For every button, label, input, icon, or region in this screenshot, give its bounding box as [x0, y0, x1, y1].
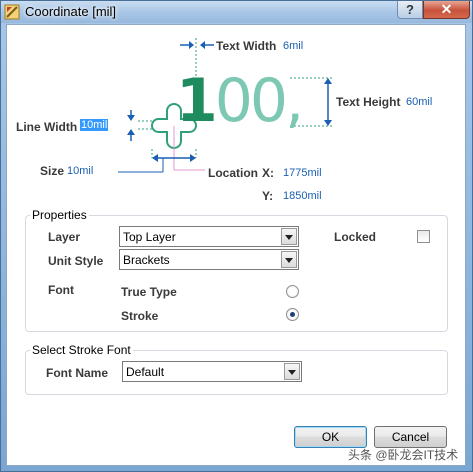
line-width-value[interactable]: 10mil — [80, 119, 109, 131]
watermark-text: 头条 @卧龙会IT技术 — [348, 448, 459, 462]
properties-group-title: Properties — [30, 208, 89, 222]
sample-text-first: 1 — [176, 66, 218, 136]
text-width-value[interactable]: 6mil — [283, 40, 303, 52]
chevron-down-icon[interactable] — [284, 363, 300, 380]
close-button[interactable]: ✕ — [423, 1, 470, 19]
chevron-down-icon[interactable] — [281, 251, 297, 268]
unit-style-label: Unit Style — [48, 254, 104, 268]
stroke-font-group-title: Select Stroke Font — [30, 343, 133, 357]
app-icon — [4, 4, 20, 20]
true-type-radio[interactable] — [286, 285, 299, 298]
layer-label: Layer — [48, 230, 81, 244]
layer-select[interactable]: Top Layer — [119, 226, 299, 247]
font-name-select-value: Default — [126, 365, 165, 379]
font-name-label: Font Name — [46, 366, 109, 380]
window-title: Coordinate [mil] — [25, 4, 117, 19]
locked-checkbox[interactable] — [417, 230, 430, 243]
chevron-down-icon[interactable] — [281, 228, 297, 245]
true-type-label: True Type — [121, 285, 177, 299]
line-width-label: Line Width — [16, 120, 78, 134]
stroke-label: Stroke — [121, 309, 159, 323]
title-bar[interactable]: Coordinate [mil] ? ✕ — [1, 1, 472, 23]
ok-button[interactable]: OK — [294, 426, 367, 448]
size-label: Size — [40, 164, 65, 178]
locked-label: Locked — [334, 230, 377, 244]
font-label: Font — [48, 283, 74, 297]
location-y-label: Y: — [262, 189, 274, 203]
font-name-select[interactable]: Default — [122, 361, 302, 382]
location-y-value[interactable]: 1850mil — [283, 190, 322, 202]
unit-style-select[interactable]: Brackets — [119, 249, 299, 270]
text-height-value[interactable]: 60mil — [406, 96, 432, 108]
help-button[interactable]: ? — [397, 1, 423, 19]
sample-text-preview: 100, — [176, 70, 304, 132]
size-value[interactable]: 10mil — [67, 165, 93, 177]
location-x-label: X: — [262, 166, 274, 180]
stroke-radio[interactable] — [286, 308, 299, 321]
sample-text-rest: 00, — [214, 66, 304, 136]
text-width-label: Text Width — [216, 39, 277, 53]
unit-style-select-value: Brackets — [123, 253, 170, 267]
location-x-value[interactable]: 1775mil — [283, 167, 322, 179]
text-height-label: Text Height — [336, 95, 401, 109]
cancel-button[interactable]: Cancel — [374, 426, 447, 448]
layer-select-value: Top Layer — [123, 230, 176, 244]
location-label: Location — [208, 166, 258, 180]
